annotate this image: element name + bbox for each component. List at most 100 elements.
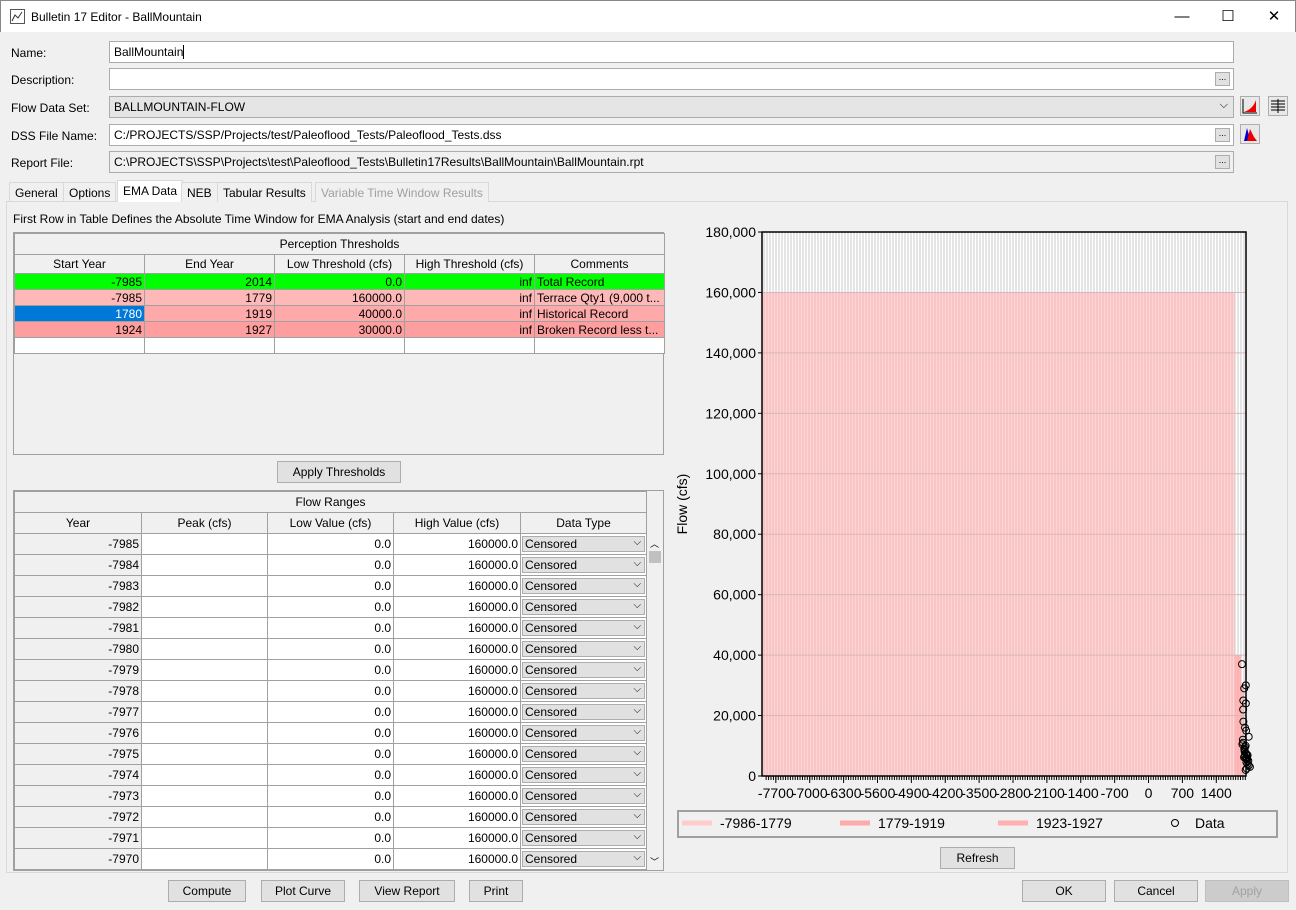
perception-cell[interactable]: 40000.0	[274, 305, 405, 322]
report-file-input[interactable]: C:\PROJECTS\SSP\Projects\test\Paleoflood…	[109, 151, 1234, 173]
perception-col-header[interactable]: High Threshold (cfs)	[404, 254, 535, 274]
flow-cell[interactable]: 160000.0	[393, 680, 521, 702]
perception-cell[interactable]: 2014	[144, 273, 275, 290]
data-type-select[interactable]: Censored ⌵	[522, 599, 646, 615]
ok-button[interactable]: OK	[1022, 880, 1106, 902]
flow-cell[interactable]: 0.0	[267, 785, 394, 807]
refresh-button[interactable]: Refresh	[940, 847, 1015, 869]
flow-cell[interactable]: -7985	[14, 533, 142, 555]
tab-ema-data[interactable]: EMA Data	[117, 180, 184, 202]
report-browse-button[interactable]: ...	[1215, 155, 1230, 169]
flow-cell[interactable]: 0.0	[267, 659, 394, 681]
data-type-select[interactable]: Censored ⌵	[522, 851, 646, 867]
data-type-select[interactable]: Censored ⌵	[522, 683, 646, 699]
flow-cell[interactable]: 0.0	[267, 848, 394, 870]
flow-cell[interactable]: 0.0	[267, 806, 394, 828]
flow-row[interactable]: -7972 0.0 160000.0 Censored ⌵	[14, 806, 648, 828]
flow-row[interactable]: -7977 0.0 160000.0 Censored ⌵	[14, 701, 648, 723]
flow-cell[interactable]: 160000.0	[393, 533, 521, 555]
flow-cell[interactable]: -7977	[14, 701, 142, 723]
flow-row[interactable]: -7975 0.0 160000.0 Censored ⌵	[14, 743, 648, 765]
data-type-select[interactable]: Censored ⌵	[522, 725, 646, 741]
flow-cell[interactable]	[141, 785, 268, 807]
description-input[interactable]: ...	[109, 68, 1234, 90]
view-report-button[interactable]: View Report	[359, 880, 455, 902]
data-type-cell[interactable]: Censored ⌵	[519, 743, 648, 765]
perception-cell[interactable]: 160000.0	[274, 289, 405, 306]
data-type-cell[interactable]: Censored ⌵	[519, 575, 648, 597]
flow-cell[interactable]: 0.0	[267, 701, 394, 723]
perception-col-header[interactable]: Start Year	[14, 254, 145, 274]
flow-row[interactable]: -7978 0.0 160000.0 Censored ⌵	[14, 680, 648, 702]
perception-cell[interactable]: 1779	[144, 289, 275, 306]
apply-thresholds-button[interactable]: Apply Thresholds	[277, 461, 401, 483]
flow-data-set-select[interactable]: BALLMOUNTAIN-FLOW ⌵	[109, 96, 1234, 118]
flow-cell[interactable]	[141, 638, 268, 660]
flow-cell[interactable]: 160000.0	[393, 743, 521, 765]
data-type-cell[interactable]: Censored ⌵	[519, 554, 648, 576]
perception-col-header[interactable]: End Year	[144, 254, 275, 274]
data-type-select[interactable]: Censored ⌵	[522, 620, 646, 636]
flow-cell[interactable]: 160000.0	[393, 554, 521, 576]
flow-cell[interactable]: -7973	[14, 785, 142, 807]
flow-cell[interactable]	[141, 533, 268, 555]
perception-cell[interactable]	[533, 337, 666, 354]
flow-cell[interactable]: 0.0	[267, 827, 394, 849]
perception-cell[interactable]: 30000.0	[274, 321, 405, 338]
close-button[interactable]: ✕	[1251, 1, 1296, 33]
flow-row[interactable]: -7984 0.0 160000.0 Censored ⌵	[14, 554, 648, 576]
perception-cell[interactable]: inf	[404, 305, 535, 322]
flow-cell[interactable]: 160000.0	[393, 596, 521, 618]
flow-row[interactable]: -7979 0.0 160000.0 Censored ⌵	[14, 659, 648, 681]
flow-cell[interactable]: 160000.0	[393, 722, 521, 744]
perception-row[interactable]: 1924 1927 30000.0 inf Broken Record less t..…	[14, 321, 666, 338]
flow-row[interactable]: -7974 0.0 160000.0 Censored ⌵	[14, 764, 648, 786]
perception-cell[interactable]	[274, 337, 405, 354]
data-type-cell[interactable]: Censored ⌵	[519, 659, 648, 681]
flow-cell[interactable]: 160000.0	[393, 764, 521, 786]
flow-row[interactable]: -7971 0.0 160000.0 Censored ⌵	[14, 827, 648, 849]
plot-curve-button[interactable]: Plot Curve	[261, 880, 345, 902]
flow-cell[interactable]	[141, 701, 268, 723]
flow-cell[interactable]: -7979	[14, 659, 142, 681]
dss-file-input[interactable]: C:/PROJECTS/SSP/Projects/test/Paleoflood…	[109, 124, 1234, 146]
flow-cell[interactable]	[141, 722, 268, 744]
flow-cell[interactable]	[141, 806, 268, 828]
data-type-select[interactable]: Censored ⌵	[522, 746, 646, 762]
flow-col-header[interactable]: Low Value (cfs)	[267, 512, 394, 534]
flow-cell[interactable]: -7976	[14, 722, 142, 744]
perception-row[interactable]: 1780 1919 40000.0 inf Historical Record	[14, 305, 666, 322]
data-type-select[interactable]: Censored ⌵	[522, 767, 646, 783]
perception-cell[interactable]	[144, 337, 275, 354]
flow-cell[interactable]: 0.0	[267, 764, 394, 786]
tab-tabular-results[interactable]: Tabular Results	[217, 182, 312, 202]
data-type-cell[interactable]: Censored ⌵	[519, 596, 648, 618]
flow-cell[interactable]: 160000.0	[393, 785, 521, 807]
perception-col-header[interactable]: Low Threshold (cfs)	[274, 254, 405, 274]
flow-cell[interactable]: 160000.0	[393, 701, 521, 723]
data-type-select[interactable]: Censored ⌵	[522, 809, 646, 825]
data-type-cell[interactable]: Censored ⌵	[519, 764, 648, 786]
flow-row[interactable]: -7981 0.0 160000.0 Censored ⌵	[14, 617, 648, 639]
tab-neb[interactable]: NEB	[181, 182, 218, 202]
perception-col-header[interactable]: Comments	[533, 254, 666, 274]
perception-cell[interactable]: Terrace Qty1 (9,000 t...	[533, 289, 666, 306]
minimize-button[interactable]: —	[1159, 1, 1205, 33]
flow-cell[interactable]: 160000.0	[393, 659, 521, 681]
dss-viewer-button[interactable]	[1240, 124, 1260, 144]
flow-cell[interactable]: 0.0	[267, 722, 394, 744]
flow-row[interactable]: -7973 0.0 160000.0 Censored ⌵	[14, 785, 648, 807]
data-type-select[interactable]: Censored ⌵	[522, 536, 646, 552]
perception-cell[interactable]: 0.0	[274, 273, 405, 290]
flow-col-header[interactable]: High Value (cfs)	[393, 512, 521, 534]
data-type-select[interactable]: Censored ⌵	[522, 641, 646, 657]
table-view-button[interactable]	[1268, 96, 1288, 116]
flow-cell[interactable]	[141, 743, 268, 765]
flow-cell[interactable]: -7972	[14, 806, 142, 828]
flow-cell[interactable]	[141, 575, 268, 597]
data-type-cell[interactable]: Censored ⌵	[519, 701, 648, 723]
flow-cell[interactable]: 0.0	[267, 533, 394, 555]
perception-row[interactable]: -7985 2014 0.0 inf Total Record	[14, 273, 666, 290]
flow-col-header[interactable]: Data Type	[519, 512, 648, 534]
data-type-cell[interactable]: Censored ⌵	[519, 638, 648, 660]
